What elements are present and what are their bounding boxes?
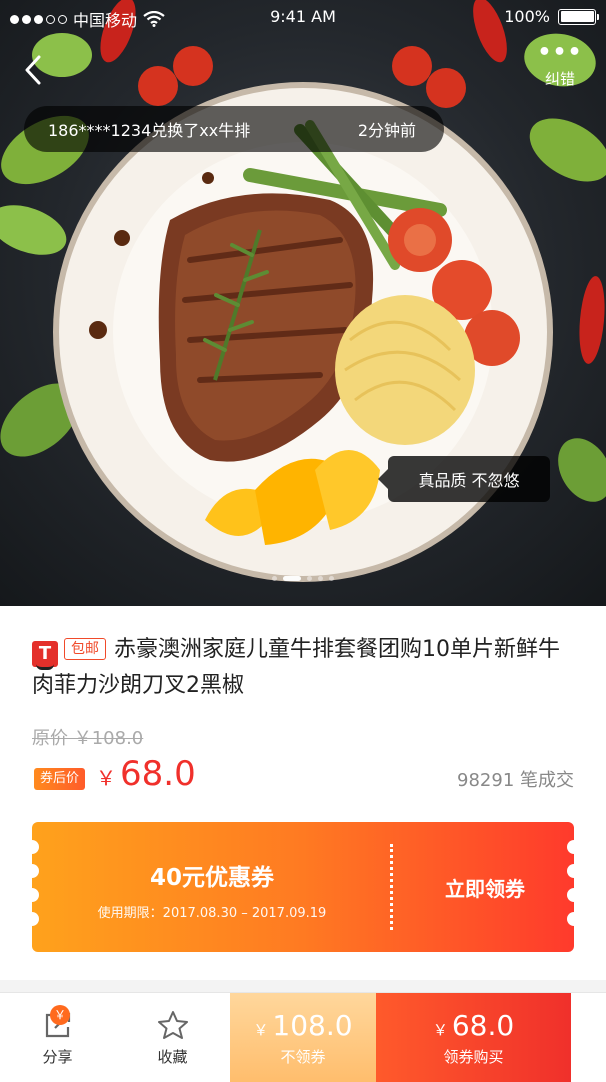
pager-dot[interactable] [329, 576, 334, 581]
battery-icon [558, 8, 599, 25]
product-title-block: T 包邮 赤豪澳洲家庭儿童牛排套餐团购10单片新鲜牛肉菲力沙朗刀叉2黑椒 [32, 632, 572, 704]
price-value: 68.0 [120, 754, 196, 794]
coupon-buy-label: 领券购买 [443, 1048, 504, 1066]
coupon-card[interactable]: 40元优惠券 使用期限：2017.08.30 – 2017.09.19 立即领券 [32, 822, 574, 952]
chevron-left-icon [25, 55, 41, 85]
back-button[interactable] [16, 50, 50, 90]
coupon-buy-price-value: 68.0 [451, 1009, 515, 1042]
favorite-button[interactable]: 收藏 [115, 993, 230, 1082]
pager-dot[interactable] [272, 576, 277, 581]
coupon-name: 40元优惠券 [149, 865, 274, 891]
carousel-pager [0, 576, 606, 581]
status-bar: 中国移动 9:41 AM 100% [0, 0, 606, 34]
ticker-time: 2分钟前 [357, 121, 416, 140]
no-coupon-price: ￥ 108.0 [230, 1009, 376, 1042]
battery-percent: 100% [504, 7, 550, 26]
no-coupon-price-value: 108.0 [272, 1009, 353, 1042]
quality-tooltip: 真品质 不忽悠 [378, 456, 550, 502]
currency-symbol: ￥ [96, 766, 116, 790]
report-error-button[interactable]: ••• 纠错 [532, 40, 588, 98]
buy-without-coupon-button[interactable]: ￥ 108.0 不领券 [230, 993, 376, 1082]
pager-dot[interactable] [318, 576, 323, 581]
pager-dot[interactable] [307, 576, 312, 581]
currency-symbol: ￥ [432, 1021, 448, 1039]
bottom-action-bar: ￥ 分享 收藏 ￥ 108.0 不领券 ￥ 68.0 领券购买 [0, 992, 606, 1082]
purchase-ticker: 186****1234兑换了xx牛排 2分钟前 [24, 106, 444, 152]
share-button[interactable]: ￥ 分享 [0, 993, 115, 1082]
more-dots-icon: ••• [537, 40, 583, 65]
claim-coupon-button[interactable]: 立即领券 [396, 822, 574, 952]
steak-dish-image [0, 0, 606, 582]
buy-with-coupon-button[interactable]: ￥ 68.0 领券购买 [376, 993, 571, 1082]
free-shipping-tag: 包邮 [64, 638, 106, 660]
ticker-message: 186****1234兑换了xx牛排 [48, 121, 251, 140]
yen-badge: ￥ [50, 1005, 70, 1025]
report-error-label: 纠错 [544, 70, 575, 88]
coupon-validity: 使用期限：2017.08.30 – 2017.09.19 [97, 906, 327, 921]
no-coupon-label: 不领券 [280, 1048, 326, 1066]
favorite-label: 收藏 [157, 1047, 188, 1066]
share-label: 分享 [42, 1047, 73, 1066]
product-title: 赤豪澳洲家庭儿童牛排套餐团购10单片新鲜牛肉菲力沙朗刀叉2黑椒 [32, 637, 560, 698]
sold-count: 98291 笔成交 [457, 770, 574, 791]
coupon-divider [390, 844, 393, 930]
original-price: 原价 ￥108.0 [32, 728, 144, 749]
star-icon [157, 1010, 188, 1039]
tmall-badge-icon: T [32, 641, 58, 670]
section-separator [0, 980, 606, 992]
coupon-buy-price: ￥ 68.0 [376, 1009, 571, 1042]
product-image-carousel[interactable]: 中国移动 9:41 AM 100% ••• 纠错 186****1234兑换了x… [0, 0, 606, 606]
pager-dot-active[interactable] [283, 576, 301, 581]
currency-symbol: ￥ [253, 1021, 269, 1039]
after-coupon-tag: 券后价 [34, 768, 86, 790]
coupon-price: ￥ 68.0 [96, 754, 196, 794]
